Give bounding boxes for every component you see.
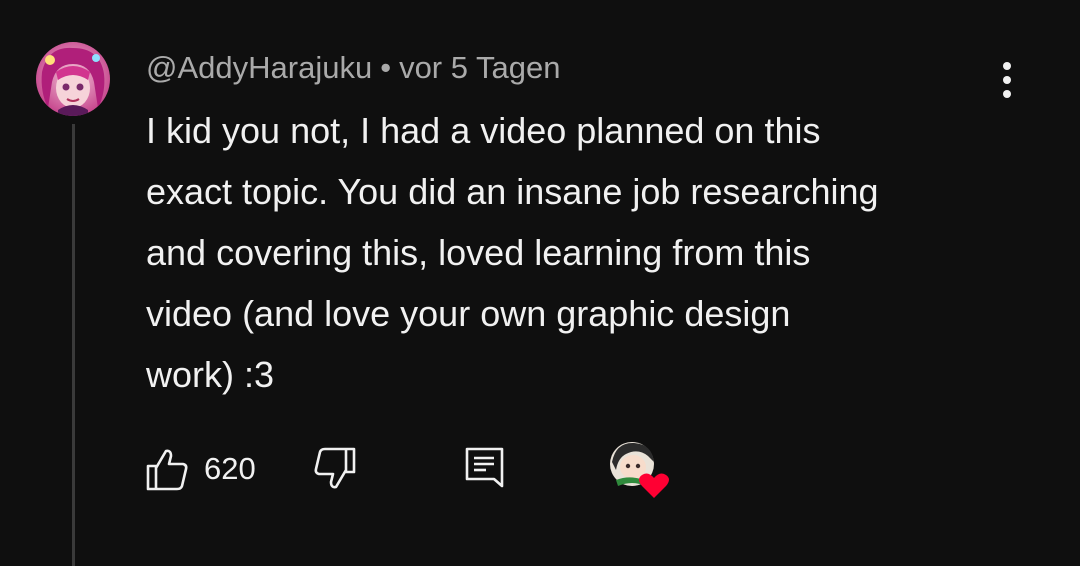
thread-line [72,124,75,566]
thumb-down-icon [314,447,356,489]
thumb-up-icon [146,449,188,491]
comment-header: @AddyHarajuku • vor 5 Tagen [146,50,561,86]
comment-text-line: video (and love your own graphic design [146,293,791,334]
more-vertical-icon [1003,62,1011,98]
like-count: 620 [204,451,256,486]
author-name[interactable]: @AddyHarajuku [146,50,372,85]
reply-comment-icon [465,447,504,488]
comment-text-line: and covering this, loved learning from t… [146,232,811,273]
comment-text: I kid you not, I had a video planned on … [146,100,1026,405]
comment-text-line: I kid you not, I had a video planned on … [146,110,821,151]
author-avatar[interactable] [36,42,110,116]
comment-menu-button[interactable] [990,58,1024,102]
comment-thread: @AddyHarajuku • vor 5 Tagen I kid you not,… [0,0,1080,566]
like-button[interactable] [144,446,190,492]
header-separator: • [380,50,392,85]
creator-heart-icon [610,442,669,498]
dislike-button[interactable] [312,446,358,492]
comment-text-line: work) :3 [146,354,275,395]
reply-button[interactable] [464,446,506,492]
avatar-illustration [36,42,110,116]
creator-heart [608,440,670,500]
comment-timestamp[interactable]: vor 5 Tagen [399,50,560,85]
comment-text-line: exact topic. You did an insane job resea… [146,171,879,212]
